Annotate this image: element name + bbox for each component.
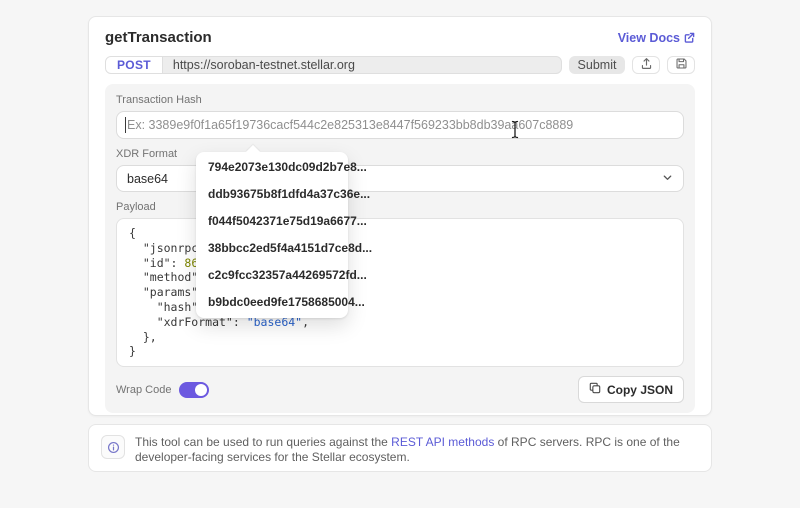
rest-api-methods-link[interactable]: REST API methods [391,435,494,449]
copy-json-label: Copy JSON [606,382,673,397]
hash-suggestion-item[interactable]: 38bbcc2ed5f4a4151d7ce8d... [196,237,372,260]
info-note: This tool can be used to run queries aga… [88,424,712,472]
transaction-hash-label: Transaction Hash [116,94,202,106]
view-docs-label: View Docs [617,30,680,45]
xdr-format-value: base64 [127,171,169,186]
endpoint-url-input[interactable] [162,57,561,73]
request-bar: POST Submit [105,56,695,74]
submit-button[interactable]: Submit [569,56,625,74]
copy-icon [589,382,601,397]
request-form-panel: Transaction Hash XDR Format base64 Paylo… [105,84,695,414]
wrap-code-toggle[interactable] [179,381,210,398]
hash-suggestion-item[interactable]: 794e2073e130dc09d2b7e8... [196,156,367,179]
wrap-code-label: Wrap Code [116,383,172,396]
endpoint-group: POST [105,56,562,74]
transaction-hash-input[interactable] [116,111,684,139]
api-explorer-card: getTransaction View Docs POST Submit [88,16,712,416]
view-docs-link[interactable]: View Docs [618,31,695,45]
hash-suggestion-item[interactable]: f044f5042371e75d19a6677... [196,210,367,233]
chevron-down-icon [662,172,673,186]
hash-suggestion-item[interactable]: c2c9fcc32357a44269572fd... [196,264,367,287]
hash-suggestion-item[interactable]: ddb93675b8f1dfd4a37c36e... [196,183,370,206]
external-link-icon [684,32,695,43]
note-text: This tool can be used to run queries aga… [135,435,680,464]
panel-footer: Wrap Code Copy JSON [116,376,684,404]
hash-suggestions-dropdown: 794e2073e130dc09d2b7e8... ddb93675b8f1dfd… [196,152,372,318]
input-caret [125,117,126,133]
toggle-knob [195,383,208,396]
save-button[interactable] [667,56,695,74]
upload-icon [640,57,653,73]
transaction-hash-field [116,111,684,139]
page-title: getTransaction [105,29,212,46]
info-icon [101,435,125,459]
hash-suggestion-item[interactable]: b9bdc0eed9fe1758685004... [196,291,365,314]
http-method-badge: POST [106,57,163,73]
save-icon [675,57,688,73]
card-header: getTransaction View Docs [105,29,695,46]
copy-json-button[interactable]: Copy JSON [577,376,684,404]
share-button[interactable] [632,56,660,74]
